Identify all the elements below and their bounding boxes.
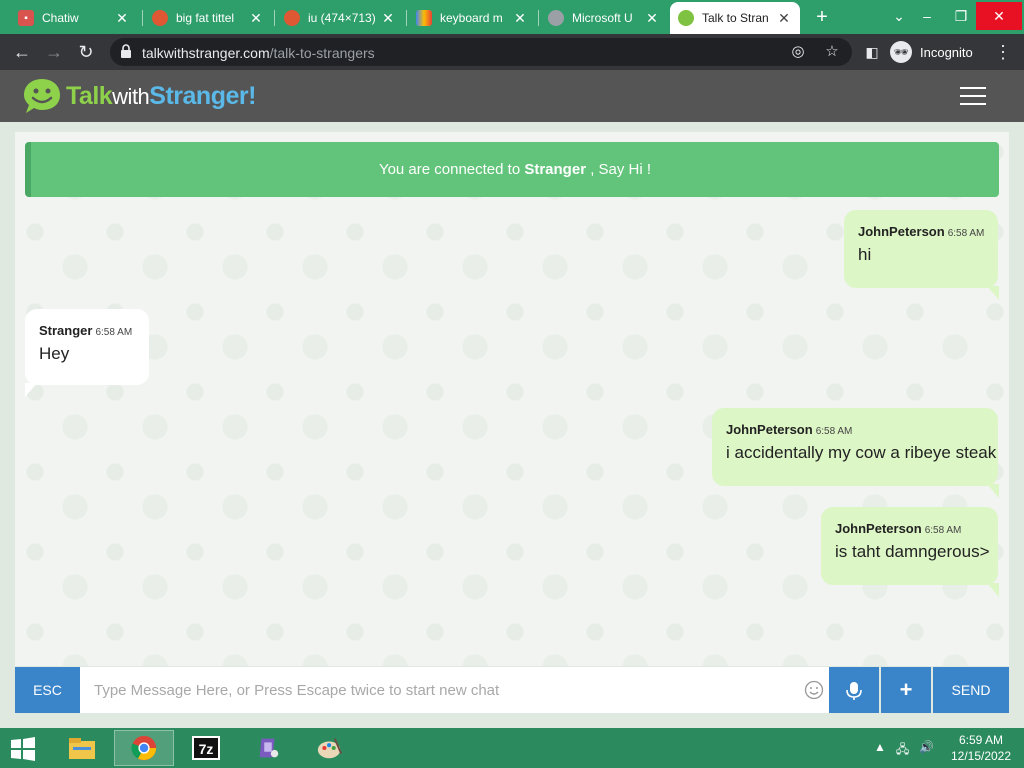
message-author: JohnPeterson (726, 422, 813, 437)
tab-microsoft[interactable]: Microsoft U ✕ (540, 4, 668, 32)
site-brand-name: TalkwithStranger! (66, 81, 256, 110)
tab-big-fat[interactable]: big fat tittel ✕ (144, 4, 272, 32)
esc-button[interactable]: ESC (15, 667, 80, 713)
file-explorer-taskbar-icon[interactable] (52, 730, 112, 766)
tab-close-icon[interactable]: ✕ (644, 10, 660, 27)
chat-message-sent: JohnPeterson 6:58 AM i accidentally my co… (712, 408, 999, 498)
message-author: JohnPeterson (858, 224, 945, 239)
chat-messages-pane[interactable]: You are connected to Stranger , Say Hi !… (15, 132, 1009, 666)
chrome-taskbar-icon[interactable] (114, 730, 174, 766)
message-text: Hey (39, 344, 70, 363)
duckduckgo-favicon-icon (284, 10, 300, 26)
site-header: TalkwithStranger! (0, 70, 1024, 122)
message-composer: ESC + SEND (15, 667, 1009, 713)
message-text: hi (858, 245, 872, 264)
hamburger-menu-icon[interactable] (960, 87, 986, 105)
close-window-icon[interactable]: ✕ (976, 2, 1022, 30)
message-text: i accidentally my cow a ribeye steak (726, 443, 997, 462)
clock-time: 6:59 AM (958, 733, 1004, 747)
tab-label: Talk to Stran (702, 11, 769, 25)
volume-icon[interactable]: 🔊 (919, 740, 934, 761)
smiley-chat-logo-icon (24, 79, 60, 113)
bookmark-star-icon[interactable]: ☆ (822, 42, 842, 62)
tab-chatiw[interactable]: ▪ Chatiw ✕ (10, 4, 138, 32)
side-panel-icon[interactable]: ◧ (860, 40, 884, 64)
chat-message-sent: JohnPeterson 6:58 AM hi (844, 210, 999, 300)
tab-close-icon[interactable]: ✕ (512, 10, 528, 27)
connection-status-banner: You are connected to Stranger , Say Hi ! (25, 142, 999, 197)
globe-favicon-icon (548, 10, 564, 26)
system-tray: ▲ 🖧 🔊 (874, 740, 934, 761)
tab-iu[interactable]: iu (474×713) ✕ (276, 4, 404, 32)
chatiw-favicon-icon: ▪ (18, 10, 34, 26)
incognito-label: Incognito (920, 44, 973, 60)
add-attachment-plus-icon[interactable]: + (881, 667, 931, 713)
message-input[interactable] (80, 667, 829, 713)
tab-label: keyboard m (440, 11, 503, 25)
stranger-name: Stranger (524, 161, 587, 178)
incognito-icon: 🕶 (890, 41, 912, 63)
talkwithstranger-favicon-icon (678, 10, 694, 26)
windows-taskbar: 7z ▲ 🖧 🔊 6:59 AM 12/15/2022 (0, 728, 1024, 768)
tab-label: big fat tittel (176, 11, 235, 25)
site-logo[interactable]: TalkwithStranger! (22, 76, 256, 116)
back-icon[interactable]: ← (10, 40, 34, 64)
tab-label: Microsoft U (572, 11, 633, 25)
tab-talk-to-stranger[interactable]: Talk to Stran ✕ (670, 2, 800, 34)
chat-message-received: Stranger 6:58 AM Hey (25, 309, 149, 397)
microphone-button[interactable] (829, 667, 879, 713)
tracking-protection-eye-off-icon[interactable]: ◎ (788, 42, 808, 62)
minimize-window-icon[interactable]: – (910, 2, 944, 30)
reload-icon[interactable]: ↻ (74, 40, 98, 64)
svg-text:7z: 7z (199, 741, 214, 757)
send-button[interactable]: SEND (933, 667, 1009, 713)
browser-tab-strip: ▪ Chatiw ✕ big fat tittel ✕ iu (474×713)… (0, 0, 1024, 34)
message-time: 6:58 AM (815, 426, 853, 437)
address-bar[interactable]: talkwithstranger.com/talk-to-strangers ◎… (110, 38, 852, 66)
message-time: 6:58 AM (95, 327, 133, 338)
message-author: JohnPeterson (835, 521, 922, 536)
chat-container: You are connected to Stranger , Say Hi !… (0, 122, 1024, 728)
tab-close-icon[interactable]: ✕ (380, 10, 396, 27)
microphone-icon (846, 682, 862, 700)
show-hidden-icons-chevron-icon[interactable]: ▲ (874, 740, 886, 761)
browser-menu-icon[interactable]: ⋮ (994, 40, 1012, 64)
installer-taskbar-icon[interactable] (238, 730, 298, 766)
url-text[interactable]: talkwithstranger.com/talk-to-strangers (142, 45, 375, 61)
windows-start-icon[interactable] (8, 736, 38, 762)
tab-close-icon[interactable]: ✕ (776, 10, 792, 27)
browser-toolbar: ← → ↻ talkwithstranger.com/talk-to-stran… (0, 34, 1024, 70)
keyboard-favicon-icon (416, 10, 432, 26)
lock-icon[interactable] (120, 44, 132, 58)
message-text: is taht damngerous> (835, 542, 990, 561)
restore-window-icon[interactable]: ❐ (944, 2, 978, 30)
clock-date: 12/15/2022 (950, 749, 1012, 763)
duckduckgo-favicon-icon (152, 10, 168, 26)
taskbar-clock[interactable]: 6:59 AM 12/15/2022 (942, 732, 1020, 764)
new-tab-button[interactable]: + (810, 5, 834, 29)
tab-close-icon[interactable]: ✕ (248, 10, 264, 27)
network-icon[interactable]: 🖧 (896, 740, 909, 761)
paint-taskbar-icon[interactable] (300, 730, 360, 766)
message-time: 6:58 AM (924, 525, 962, 536)
message-author: Stranger (39, 323, 93, 338)
message-time: 6:58 AM (947, 228, 985, 239)
emoji-smiley-icon[interactable] (804, 680, 824, 700)
tab-close-icon[interactable]: ✕ (114, 10, 130, 27)
7zip-taskbar-icon[interactable]: 7z (176, 730, 236, 766)
chat-message-sent: JohnPeterson 6:58 AM is taht damngerous> (821, 507, 999, 597)
tab-keyboard[interactable]: keyboard m ✕ (408, 4, 536, 32)
tab-label: Chatiw (42, 11, 79, 25)
tab-label: iu (474×713) (308, 11, 376, 25)
incognito-indicator[interactable]: 🕶 Incognito (890, 39, 973, 65)
forward-icon[interactable]: → (42, 40, 66, 64)
